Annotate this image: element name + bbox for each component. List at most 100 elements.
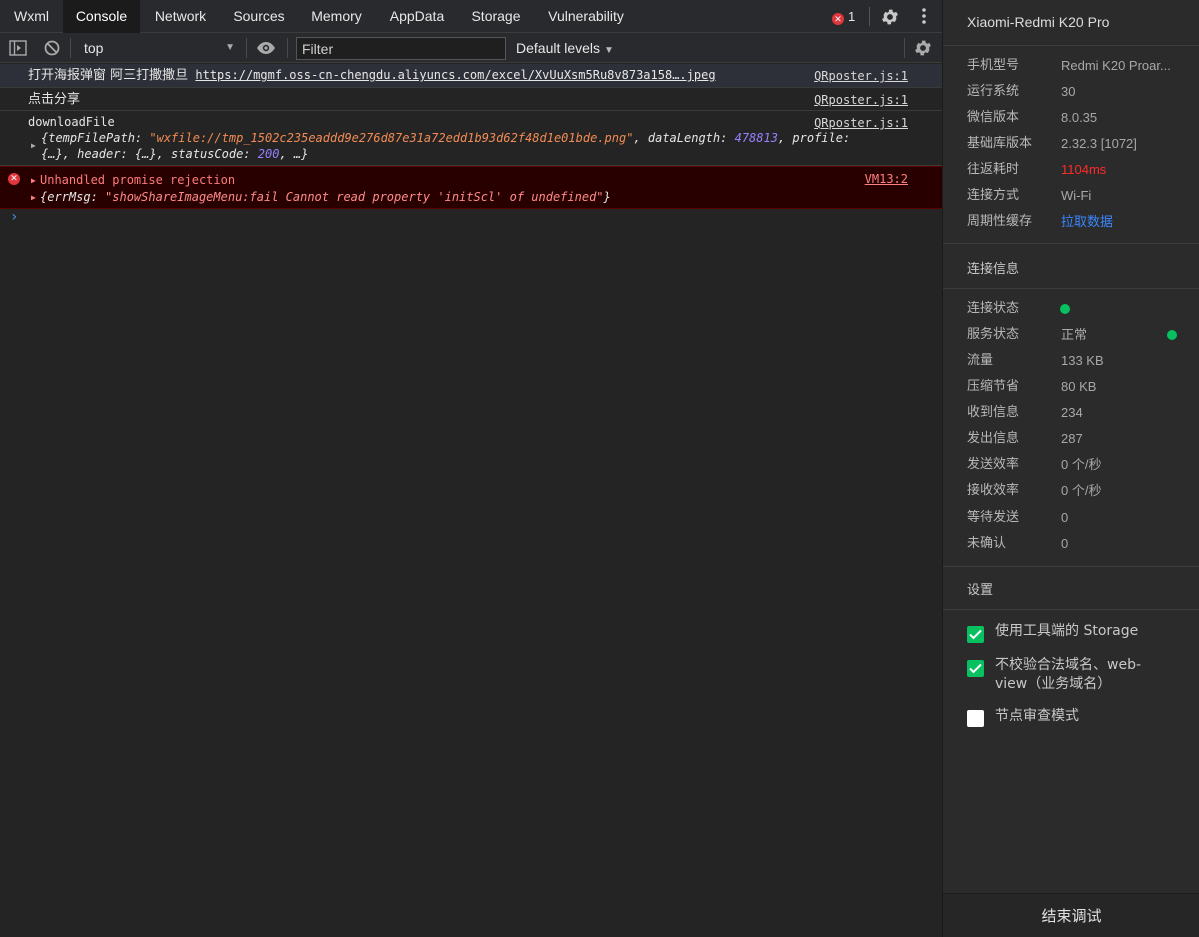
info-label: 等待发送 [967,510,1020,525]
section-title-connection: 连接信息 [967,262,1020,277]
info-label: 未确认 [967,536,1007,551]
source-link[interactable]: VM13:2 [865,171,908,187]
node-inspect-label[interactable]: 节点审查模式 [995,707,1165,726]
connection-status-dot [1060,304,1070,314]
end-debug-button[interactable]: 结束调试 [943,893,1199,937]
console-message: 打开海报弹窗 阿三打撒撒旦 https://mgmf.oss-cn-chengd… [0,64,942,88]
info-value: 133 KB [1061,353,1104,368]
divider [943,609,1199,610]
object-key: , dataLength: [633,131,735,145]
more-menu-icon[interactable] [918,6,930,26]
info-label: 流量 [967,353,994,368]
message-link[interactable]: https://mgmf.oss-cn-chengdu.aliyuncs.com… [195,68,715,82]
console-messages: 打开海报弹窗 阿三打撒撒旦 https://mgmf.oss-cn-chengd… [0,64,942,209]
info-value: 正常 [1061,327,1088,342]
info-value: 80 KB [1061,379,1097,394]
tab-console[interactable]: Console [63,0,140,33]
info-label: 连接状态 [967,301,1020,316]
info-label: 微信版本 [967,110,1020,125]
object-value: 478813 [734,131,778,145]
filter-input[interactable] [296,37,506,60]
object-value: 200 [257,147,280,161]
tab-wxml[interactable]: Wxml [0,0,63,33]
object-key: } [603,190,611,204]
message-text: downloadFile [28,115,115,129]
skip-domain-check-checkbox[interactable] [967,660,984,677]
dropdown-arrow-icon: ▼ [604,45,614,56]
info-label: 连接方式 [967,188,1020,203]
tab-network[interactable]: Network [140,0,221,33]
info-label: 基础库版本 [967,136,1033,151]
message-text: 点击分享 [28,92,81,107]
devtools-tabbar: Wxml Console Network Sources Memory AppD… [0,0,942,33]
info-label: 接收效率 [967,483,1020,498]
storage-checkbox-label[interactable]: 使用工具端的 Storage [995,622,1165,641]
info-label: 发出信息 [967,431,1020,446]
error-count-badge[interactable]: ✕ 1 [832,9,855,25]
fetch-data-link[interactable]: 拉取数据 [1061,213,1181,231]
info-label: 周期性缓存 [967,214,1033,229]
divider [943,243,1199,244]
tab-storage[interactable]: Storage [458,0,534,33]
device-info-panel: Xiaomi-Redmi K20 Pro 手机型号 Redmi K20 Proar… [942,0,1199,937]
expand-arrow-icon[interactable]: ▶ [31,173,36,189]
source-link[interactable]: QRposter.js:1 [814,68,908,84]
log-levels-dropdown[interactable]: Default levels ▼ [516,33,614,63]
info-value: 0 [1061,510,1069,525]
info-label: 手机型号 [967,58,1020,73]
device-name: Xiaomi-Redmi K20 Pro [967,14,1110,30]
divider [869,7,870,26]
tab-memory[interactable]: Memory [297,0,376,33]
expand-arrow-icon[interactable]: ▶ [31,190,36,206]
error-icon: ✕ [832,13,844,25]
divider [70,38,71,58]
dropdown-arrow-icon: ▼ [225,42,235,53]
storage-checkbox[interactable] [967,626,984,643]
info-value: 2.32.3 [1072] [1061,136,1137,151]
object-preview[interactable]: {tempFilePath: "wxfile://tmp_1502c235ead… [28,130,942,146]
console-settings-gear-icon[interactable] [913,38,933,58]
console-prompt[interactable]: › [10,209,18,225]
expand-arrow-icon[interactable]: ▶ [31,138,36,154]
checkmark-icon [969,629,982,640]
info-value: Wi-Fi [1061,188,1092,203]
object-value: "showShareImageMenu:fail Cannot read pro… [105,190,604,204]
info-label: 运行系统 [967,84,1020,99]
tab-sources[interactable]: Sources [221,0,297,33]
log-levels-label: Default levels [516,40,601,56]
node-inspect-checkbox[interactable] [967,710,984,727]
error-icon: ✕ [8,173,20,185]
context-value: top [84,40,104,56]
service-status-dot [1167,330,1177,340]
info-label: 发送效率 [967,457,1020,472]
info-label: 服务状态 [967,327,1020,342]
divider [943,566,1199,567]
devtools-panel: Wxml Console Network Sources Memory AppD… [0,0,942,937]
divider [246,38,247,58]
console-error-message: ✕ ▶ Unhandled promise rejection VM13:2 ▶… [0,166,942,209]
source-link[interactable]: QRposter.js:1 [814,115,908,131]
checkmark-icon [969,663,982,674]
error-title: Unhandled promise rejection [40,173,236,187]
info-value: 0 个/秒 [1061,457,1102,472]
error-object-preview[interactable]: {errMsg: "showShareImageMenu:fail Cannot… [40,189,611,205]
sidebar-toggle-icon[interactable] [8,38,28,58]
eye-icon[interactable] [256,38,276,58]
info-label: 往返耗时 [967,162,1020,177]
divider [904,38,905,58]
console-message: 点击分享 QRposter.js:1 [0,88,942,111]
skip-domain-check-label[interactable]: 不校验合法域名、web-view（业务域名） [995,656,1165,694]
console-message: downloadFile QRposter.js:1 ▶ {tempFilePa… [0,111,942,166]
info-value: 8.0.35 [1061,110,1098,125]
settings-gear-icon[interactable] [880,7,900,27]
error-count: 1 [848,9,856,24]
clear-console-icon[interactable] [42,38,62,58]
tab-appdata[interactable]: AppData [376,0,458,33]
context-select[interactable]: top ▼ [76,36,241,60]
info-value: 30 [1061,84,1076,99]
info-value: 234 [1061,405,1083,420]
source-link[interactable]: QRposter.js:1 [814,92,908,108]
tab-vulnerability[interactable]: Vulnerability [534,0,638,33]
latency-value: 1104ms [1061,162,1107,177]
object-key: {…}, header: {…}, statusCode: [41,147,258,161]
